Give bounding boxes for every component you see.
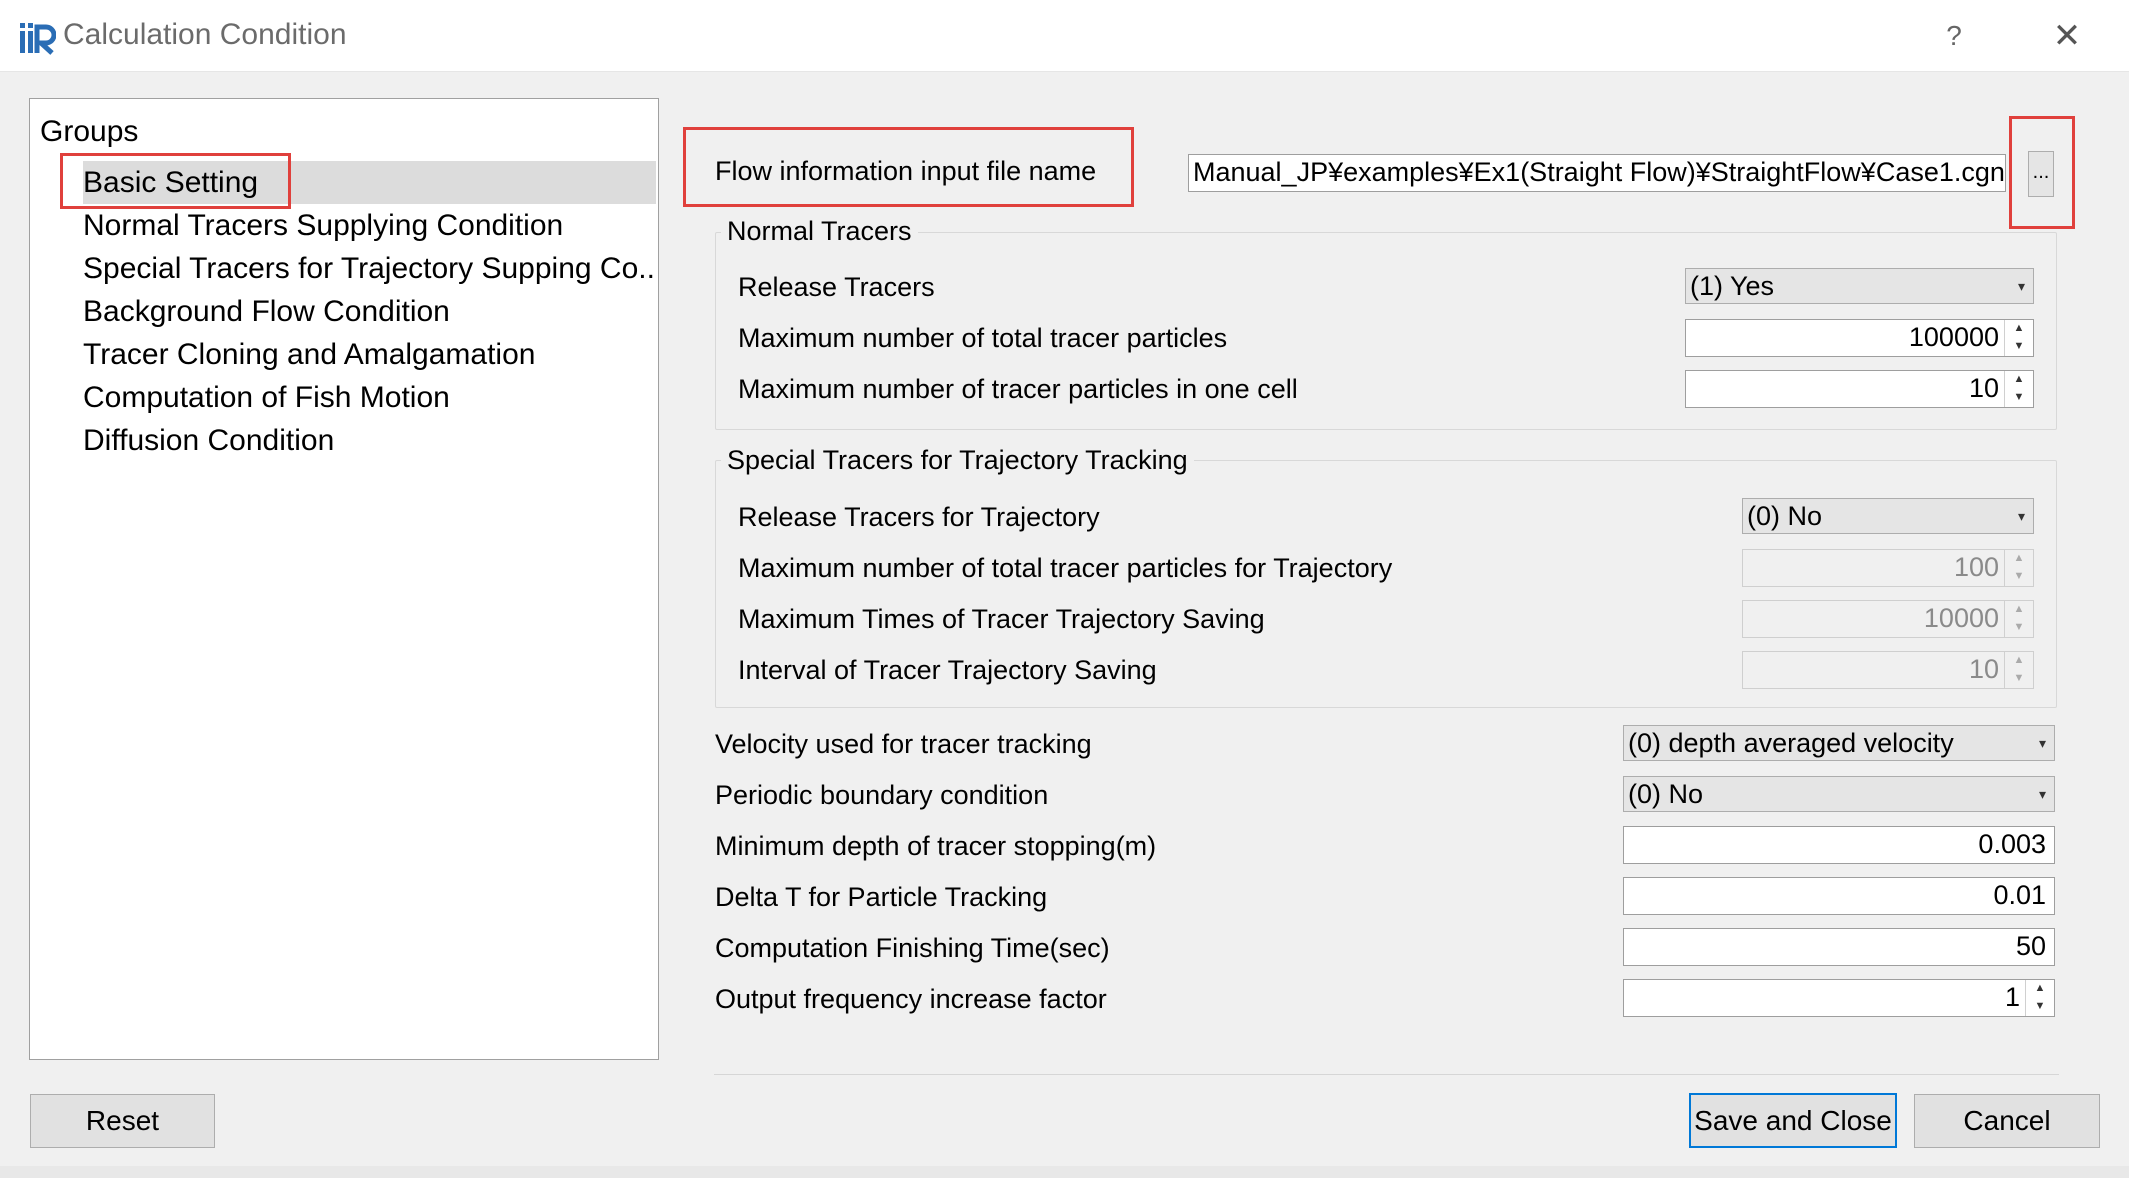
periodic-label: Periodic boundary condition	[715, 780, 1049, 810]
output-factor-label: Output frequency increase factor	[715, 984, 1107, 1014]
cancel-button[interactable]: Cancel	[1914, 1094, 2100, 1148]
spin-up-icon: ▲	[2013, 603, 2025, 615]
chevron-down-icon: ▾	[2038, 735, 2046, 751]
spin-arrows[interactable]: ▲ ▼	[2025, 980, 2054, 1016]
periodic-select[interactable]: (0) No ▾	[1623, 776, 2055, 812]
spin-arrows[interactable]: ▲ ▼	[2004, 371, 2033, 407]
group-item-fish-motion[interactable]: Computation of Fish Motion	[83, 376, 653, 419]
group-item-tracer-cloning[interactable]: Tracer Cloning and Amalgamation	[83, 333, 653, 376]
delta-t-input[interactable]: 0.01	[1623, 877, 2055, 915]
max-trajectory-value: 100	[1953, 552, 1999, 582]
flow-file-input[interactable]: Manual_JP¥examples¥Ex1(Straight Flow)¥St…	[1188, 154, 2006, 192]
release-tracers-select[interactable]: (1) Yes ▾	[1685, 268, 2034, 304]
max-cell-value: 10	[1968, 373, 1999, 403]
iric-logo-icon	[20, 23, 56, 55]
max-trajectory-label: Maximum number of total tracer particles…	[738, 553, 1393, 583]
max-times-label: Maximum Times of Tracer Trajectory Savin…	[738, 604, 1265, 634]
max-times-value: 10000	[1923, 603, 1999, 633]
output-factor-spinbox[interactable]: 1 ▲ ▼	[1623, 979, 2055, 1017]
release-trajectory-select[interactable]: (0) No ▾	[1742, 498, 2034, 534]
spin-arrows: ▲ ▼	[2004, 550, 2033, 586]
interval-label: Interval of Tracer Trajectory Saving	[738, 655, 1157, 685]
release-tracers-label: Release Tracers	[738, 272, 935, 302]
max-cell-label: Maximum number of tracer particles in on…	[738, 374, 1298, 404]
group-item-special-tracers[interactable]: Special Tracers for Trajectory Supping C…	[83, 247, 653, 290]
taskbar-strip	[0, 1166, 2129, 1178]
spin-up-icon[interactable]: ▲	[2005, 371, 2033, 389]
output-factor-value: 1	[2004, 982, 2020, 1012]
chevron-down-icon: ▾	[2017, 278, 2025, 294]
spin-down-icon: ▼	[2013, 570, 2025, 582]
spin-down-icon: ▼	[2013, 621, 2025, 633]
release-tracers-value: (1) Yes	[1690, 271, 1775, 301]
spin-arrows: ▲ ▼	[2004, 652, 2033, 688]
max-times-spinbox: 10000 ▲ ▼	[1742, 600, 2034, 638]
max-total-spinbox[interactable]: 100000 ▲ ▼	[1685, 319, 2034, 357]
window-title: Calculation Condition	[63, 18, 347, 51]
group-item-label: Special Tracers for Trajectory Supping C…	[83, 252, 653, 285]
spin-down-icon[interactable]: ▼	[2026, 998, 2054, 1016]
group-item-label: Normal Tracers Supplying Condition	[83, 209, 564, 242]
spin-down-icon[interactable]: ▼	[2005, 389, 2033, 407]
finish-time-input[interactable]: 50	[1623, 928, 2055, 966]
max-total-label: Maximum number of total tracer particles	[738, 323, 1228, 353]
spin-arrows[interactable]: ▲ ▼	[2004, 320, 2033, 356]
max-cell-spinbox[interactable]: 10 ▲ ▼	[1685, 370, 2034, 408]
spin-down-icon[interactable]: ▼	[2005, 338, 2033, 356]
groups-title: Groups	[40, 115, 139, 148]
spin-up-icon[interactable]: ▲	[2026, 980, 2054, 998]
groups-panel: Groups Basic Setting Normal Tracers Supp…	[29, 98, 659, 1060]
finish-time-label: Computation Finishing Time(sec)	[715, 933, 1110, 963]
group-item-diffusion[interactable]: Diffusion Condition	[83, 419, 653, 462]
close-icon[interactable]: ✕	[2045, 14, 2089, 58]
group-item-label: Diffusion Condition	[83, 424, 335, 457]
group-item-label: Background Flow Condition	[83, 295, 450, 328]
help-icon[interactable]: ?	[1932, 16, 1976, 56]
min-depth-input[interactable]: 0.003	[1623, 826, 2055, 864]
normal-tracers-title: Normal Tracers	[721, 216, 918, 247]
interval-spinbox: 10 ▲ ▼	[1742, 651, 2034, 689]
interval-value: 10	[1968, 654, 1999, 684]
min-depth-label: Minimum depth of tracer stopping(m)	[715, 831, 1157, 861]
separator	[714, 1074, 2059, 1075]
delta-t-label: Delta T for Particle Tracking	[715, 882, 1048, 912]
spin-arrows: ▲ ▼	[2004, 601, 2033, 637]
group-item-label: Tracer Cloning and Amalgamation	[83, 338, 536, 371]
group-item-label: Computation of Fish Motion	[83, 381, 450, 414]
special-tracers-title: Special Tracers for Trajectory Tracking	[721, 445, 1194, 476]
chevron-down-icon: ▾	[2017, 508, 2025, 524]
spin-up-icon[interactable]: ▲	[2005, 320, 2033, 338]
group-item-label: Basic Setting	[83, 166, 259, 199]
reset-button[interactable]: Reset	[30, 1094, 215, 1148]
spin-down-icon: ▼	[2013, 672, 2025, 684]
velocity-value: (0) depth averaged velocity	[1628, 728, 1954, 758]
max-trajectory-spinbox: 100 ▲ ▼	[1742, 549, 2034, 587]
release-trajectory-label: Release Tracers for Trajectory	[738, 502, 1100, 532]
group-item-background-flow[interactable]: Background Flow Condition	[83, 290, 653, 333]
chevron-down-icon: ▾	[2038, 786, 2046, 802]
group-item-normal-tracers[interactable]: Normal Tracers Supplying Condition	[83, 204, 653, 247]
group-item-basic-setting[interactable]: Basic Setting	[83, 161, 656, 204]
velocity-label: Velocity used for tracer tracking	[715, 729, 1092, 759]
release-trajectory-value: (0) No	[1747, 501, 1823, 531]
title-bar: Calculation Condition ? ✕	[0, 0, 2129, 72]
flow-file-label: Flow information input file name	[715, 156, 1097, 186]
max-total-value: 100000	[1908, 322, 1999, 352]
browse-button[interactable]: ...	[2028, 151, 2054, 197]
spin-up-icon: ▲	[2013, 552, 2025, 564]
spin-up-icon: ▲	[2013, 654, 2025, 666]
velocity-select[interactable]: (0) depth averaged velocity ▾	[1623, 725, 2055, 761]
save-and-close-button[interactable]: Save and Close	[1689, 1093, 1897, 1148]
periodic-value: (0) No	[1628, 779, 1704, 809]
